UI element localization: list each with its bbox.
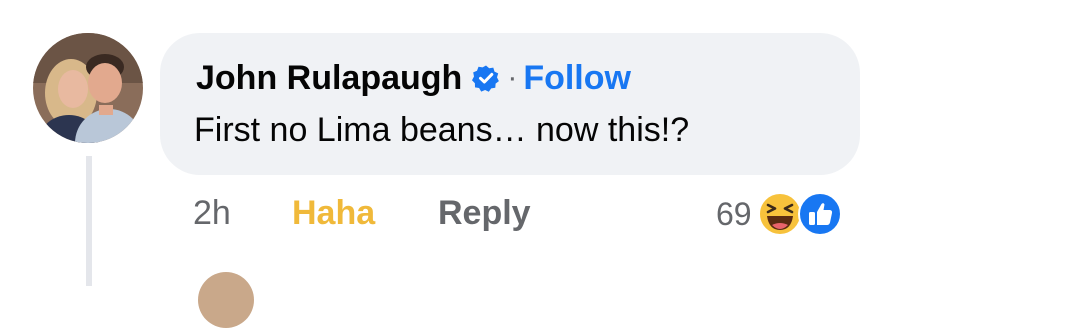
- avatar[interactable]: [33, 33, 143, 143]
- comment-bubble: John Rulapaugh · Follow First no Lima be…: [160, 33, 860, 175]
- follow-button[interactable]: Follow: [523, 59, 631, 98]
- verified-badge-icon: [472, 64, 500, 92]
- haha-reaction-button[interactable]: Haha: [292, 194, 375, 233]
- thread-line: [86, 156, 92, 286]
- reply-button[interactable]: Reply: [438, 194, 531, 233]
- separator-dot: ·: [507, 61, 518, 94]
- timestamp[interactable]: 2h: [193, 194, 231, 233]
- comment-header: John Rulapaugh · Follow: [196, 55, 631, 101]
- reaction-count: 69: [716, 195, 752, 232]
- comment-text: First no Lima beans… now this!?: [194, 111, 690, 149]
- author-name[interactable]: John Rulapaugh: [196, 59, 462, 98]
- haha-icon: [757, 192, 802, 236]
- next-comment-avatar[interactable]: [198, 272, 254, 328]
- like-icon: [797, 192, 842, 236]
- avatar-photo: [33, 33, 143, 143]
- reaction-icons: [757, 192, 850, 236]
- reaction-summary[interactable]: 69: [716, 192, 850, 236]
